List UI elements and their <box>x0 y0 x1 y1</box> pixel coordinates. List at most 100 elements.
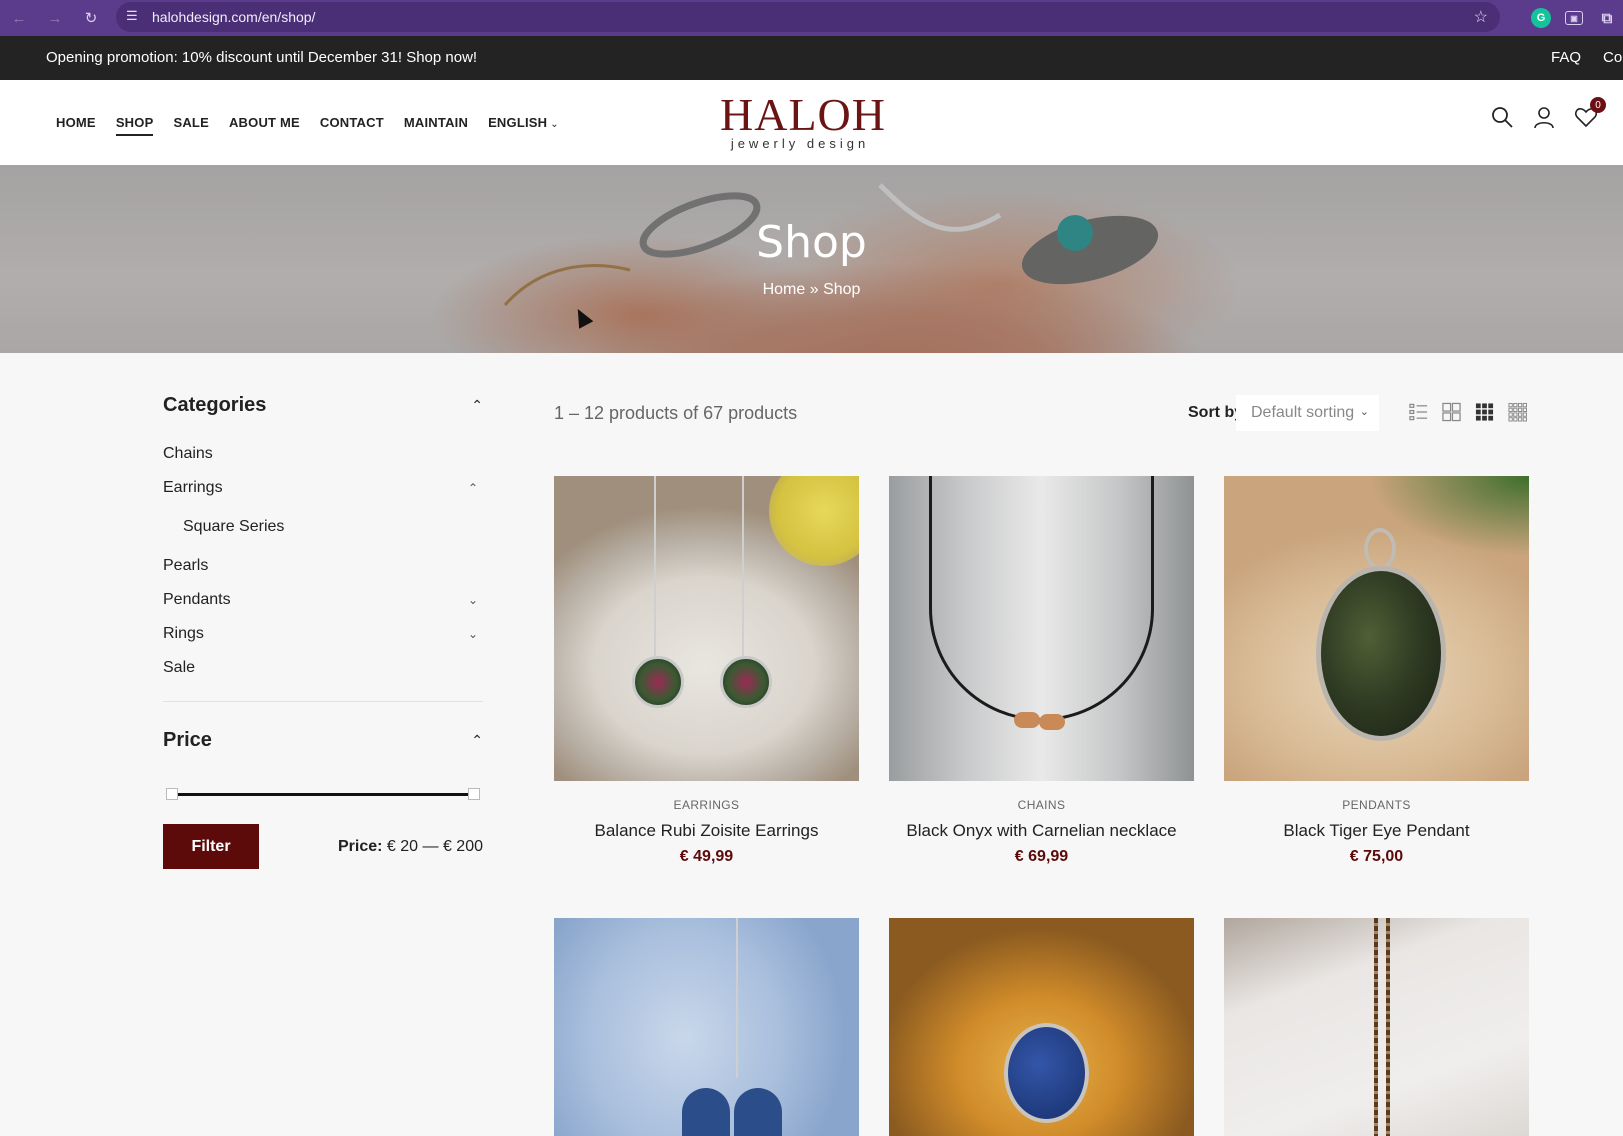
product-image[interactable] <box>554 918 859 1136</box>
logo-tagline: jewerly design <box>730 136 870 151</box>
price-range-value: € 20 — € 200 <box>386 837 483 855</box>
product-image[interactable] <box>889 476 1194 781</box>
extension-icons: G ▣ ⧉ <box>1531 0 1617 36</box>
site-info-icon[interactable]: ☰ <box>126 8 138 24</box>
sort-label: Sort by <box>1188 404 1244 421</box>
address-bar[interactable]: ☰ halohdesign.com/en/shop/ ☆ <box>116 2 1500 32</box>
wishlist-heart-icon[interactable]: 0 <box>1574 97 1606 129</box>
product-price: € 49,99 <box>679 848 734 865</box>
category-square-series[interactable]: Square Series <box>163 505 483 549</box>
grid-4-view-icon[interactable] <box>1508 402 1527 422</box>
promo-text[interactable]: Opening promotion: 10% discount until De… <box>46 49 477 66</box>
product-category[interactable]: EARRINGS <box>554 798 859 812</box>
category-label: Sale <box>163 659 196 676</box>
category-label: Square Series <box>183 518 285 535</box>
product-title[interactable]: Black Onyx with Carnelian necklace <box>889 821 1194 841</box>
category-label: Pendants <box>163 591 231 608</box>
categories-title: Categories <box>163 393 267 416</box>
product-category[interactable]: PENDANTS <box>1224 798 1529 812</box>
price-slider-min-handle[interactable] <box>166 788 178 800</box>
product-card[interactable] <box>1224 918 1529 1136</box>
bookmark-star-icon[interactable]: ☆ <box>1474 7 1488 27</box>
categories-header[interactable]: Categories ⌃ <box>163 385 483 425</box>
nav-sale[interactable]: SALE <box>173 111 208 134</box>
category-label: Rings <box>163 625 204 642</box>
breadcrumb-separator: » <box>809 281 819 298</box>
category-list: Chains Earrings ⌃ Square Series Pearls Pe… <box>163 437 483 685</box>
forward-icon[interactable]: → <box>40 0 70 36</box>
hero-banner: Shop Home » Shop <box>0 165 1623 353</box>
logo-wordmark: HALOH <box>720 89 886 140</box>
faq-link[interactable]: FAQ <box>1551 49 1581 66</box>
category-rings[interactable]: Rings ⌄ <box>163 617 483 651</box>
nav-about-me[interactable]: ABOUT ME <box>229 111 300 134</box>
product-image[interactable] <box>554 476 859 781</box>
language-label: ENGLISH <box>488 115 548 130</box>
category-pearls[interactable]: Pearls <box>163 549 483 583</box>
sidebar: Categories ⌃ Chains Earrings ⌃ Square Ser… <box>163 385 483 869</box>
nav-shop[interactable]: SHOP <box>115 111 154 136</box>
wishlist-count-badge: 0 <box>1590 97 1606 113</box>
list-view-icon[interactable] <box>1409 402 1428 422</box>
nav-language[interactable]: ENGLISH ⌄ <box>488 111 559 134</box>
price-slider-track <box>171 793 475 796</box>
contact-link[interactable]: Cor <box>1603 49 1623 66</box>
result-count: 1 – 12 products of 67 products <box>554 403 798 423</box>
nav-maintain[interactable]: MAINTAIN <box>404 111 468 134</box>
product-card[interactable]: EARRINGS Balance Rubi Zoisite Earrings €… <box>554 476 859 866</box>
product-title[interactable]: Black Tiger Eye Pendant <box>1224 821 1529 841</box>
category-chains[interactable]: Chains <box>163 437 483 471</box>
product-category[interactable]: CHAINS <box>889 798 1194 812</box>
category-label: Earrings <box>163 479 223 496</box>
product-image[interactable] <box>889 918 1194 1136</box>
sort-select[interactable]: Default sorting ⌄ <box>1236 395 1379 431</box>
product-image[interactable] <box>1224 476 1529 781</box>
product-card[interactable]: CHAINS Black Onyx with Carnelian necklac… <box>889 476 1194 866</box>
nav-contact[interactable]: CONTACT <box>320 111 384 134</box>
search-icon[interactable] <box>1490 105 1513 129</box>
shop-toolbar: 1 – 12 products of 67 products Sort by D… <box>554 395 1530 431</box>
nav-home[interactable]: HOME <box>56 111 96 134</box>
breadcrumb-current: Shop <box>823 281 861 298</box>
chevron-down-icon[interactable]: ⌄ <box>463 593 483 607</box>
breadcrumb: Home » Shop <box>0 281 1623 299</box>
price-slider[interactable] <box>163 784 483 804</box>
product-price: € 69,99 <box>1014 848 1069 865</box>
product-card[interactable] <box>889 918 1194 1136</box>
product-image[interactable] <box>1224 918 1529 1136</box>
chevron-up-icon[interactable]: ⌃ <box>471 732 483 749</box>
site-logo[interactable]: HALOH jewerly design <box>720 89 886 152</box>
grid-3-view-icon[interactable] <box>1475 402 1494 422</box>
product-title[interactable]: Balance Rubi Zoisite Earrings <box>554 821 859 841</box>
puzzle-icon[interactable]: ⧉ <box>1597 8 1617 28</box>
grammarly-icon[interactable]: G <box>1531 8 1551 28</box>
category-sale[interactable]: Sale <box>163 651 483 685</box>
grid-2-view-icon[interactable] <box>1442 402 1461 422</box>
category-earrings[interactable]: Earrings ⌃ <box>163 471 483 505</box>
account-icon[interactable] <box>1532 105 1554 129</box>
price-slider-max-handle[interactable] <box>468 788 480 800</box>
breadcrumb-home[interactable]: Home <box>763 281 806 298</box>
product-card[interactable] <box>554 918 859 1136</box>
back-icon[interactable]: ← <box>4 0 34 36</box>
price-header[interactable]: Price ⌃ <box>163 720 483 760</box>
header-icons: 0 <box>1490 97 1606 129</box>
chevron-down-icon[interactable]: ⌄ <box>463 627 483 641</box>
category-pendants[interactable]: Pendants ⌄ <box>163 583 483 617</box>
page-title: Shop <box>756 217 867 268</box>
view-switcher <box>1409 402 1527 422</box>
extension-icon[interactable]: ▣ <box>1565 11 1583 25</box>
browser-toolbar: ← → ↻ ☰ halohdesign.com/en/shop/ ☆ G ▣ ⧉ <box>0 0 1623 36</box>
chevron-down-icon: ⌄ <box>1359 406 1369 418</box>
price-filter-row: Filter Price: € 20 — € 200 <box>163 824 483 869</box>
reload-icon[interactable]: ↻ <box>76 0 106 36</box>
chevron-up-icon[interactable]: ⌃ <box>463 481 483 495</box>
promo-links: FAQ Cor <box>1551 49 1623 66</box>
price-title: Price <box>163 728 212 751</box>
filter-button[interactable]: Filter <box>163 824 259 869</box>
main-nav: HOME SHOP SALE ABOUT ME CONTACT MAINTAIN… <box>56 80 559 165</box>
url-text: halohdesign.com/en/shop/ <box>152 9 316 25</box>
chevron-up-icon[interactable]: ⌃ <box>471 397 483 414</box>
product-card[interactable]: PENDANTS Black Tiger Eye Pendant € 75,00 <box>1224 476 1529 866</box>
price-label: Price: <box>338 837 383 855</box>
